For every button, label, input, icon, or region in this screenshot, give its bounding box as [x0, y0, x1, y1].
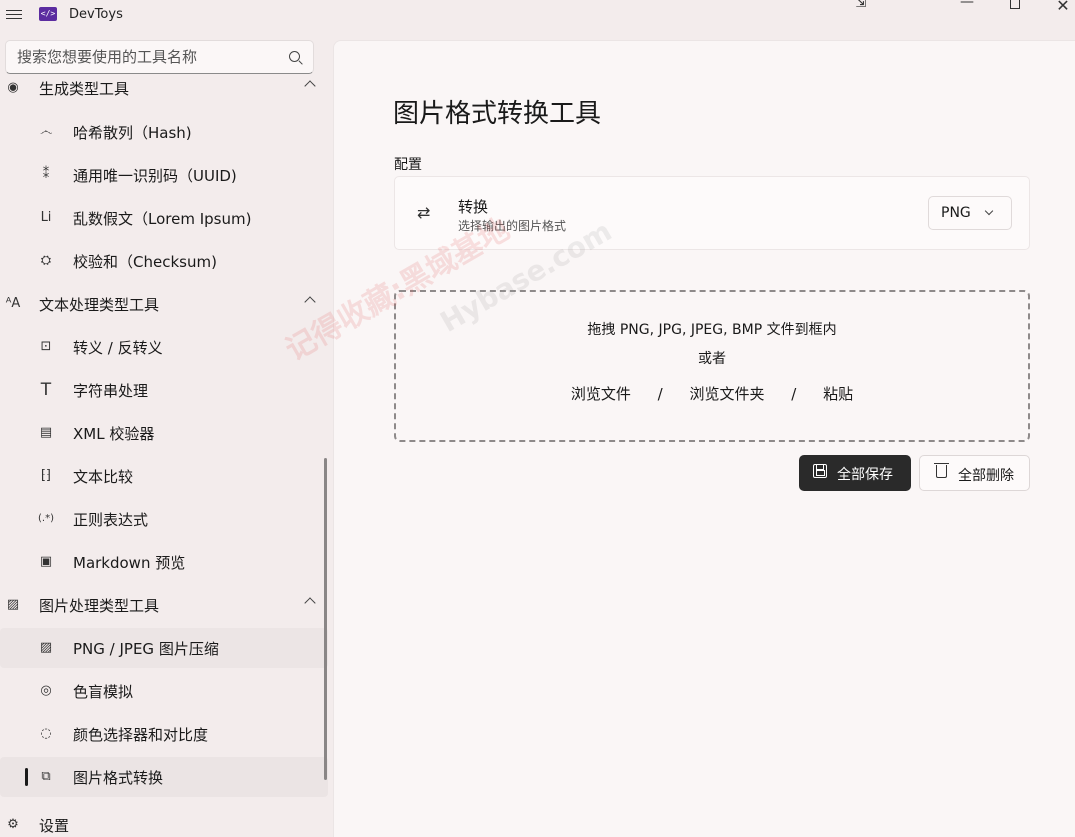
sidebar-item-label: 哈希散列（Hash) [73, 124, 192, 142]
save-all-label: 全部保存 [837, 467, 893, 483]
sidebar-item-image-convert[interactable]: ⧉ 图片格式转换 [0, 757, 328, 797]
save-icon [813, 464, 827, 482]
format-select-value: PNG [941, 205, 971, 221]
delete-all-button[interactable]: 全部删除 [919, 455, 1030, 491]
sidebar-group-image[interactable]: ▨ 图片处理类型工具 [0, 585, 328, 625]
swap-arrows-icon: ⇄ [417, 203, 431, 222]
delete-all-label: 全部删除 [958, 468, 1014, 484]
search-box [5, 40, 314, 74]
sidebar-item-checksum[interactable]: ⛭ 校验和（Checksum) [0, 241, 328, 281]
sidebar-item-label: 图片格式转换 [73, 769, 164, 787]
sidebar-item-lorem-ipsum[interactable]: Li 乱数假文（Lorem Ipsum) [0, 198, 328, 238]
file-dropzone[interactable]: 拖拽 PNG, JPG, JPEG, BMP 文件到框内 或者 浏览文件 / 浏… [394, 290, 1030, 442]
browse-folder-link[interactable]: 浏览文件夹 [689, 385, 764, 403]
sidebar-item-escape[interactable]: ⊡ 转义 / 反转义 [0, 327, 328, 367]
sidebar-item-xml-validator[interactable]: ▤ XML 校验器 [0, 413, 328, 453]
dropzone-instructions: 拖拽 PNG, JPG, JPEG, BMP 文件到框内 [587, 322, 837, 338]
title-bar: </> DevToys ⇲ — ✕ [0, 0, 1075, 32]
dropzone-or: 或者 [698, 351, 726, 367]
text-t-icon: T [40, 380, 52, 400]
xml-validator-icon: ▤ [39, 425, 53, 440]
sidebar-item-label: 文本比较 [73, 468, 134, 486]
chevron-up-icon[interactable] [304, 80, 316, 92]
sidebar-item-label: 文本处理类型工具 [39, 296, 160, 314]
devtoys-window: </> DevToys ⇲ — ✕ ◉ 生成类型工具 ෴ 哈希散列（Hash) … [0, 0, 1075, 837]
main-content: 图片格式转换工具 配置 ⇄ 转换 选择输出的图片格式 PNG 拖拽 PNG, J… [333, 40, 1075, 837]
sidebar-item-label: 设置 [39, 817, 70, 835]
sidebar-scrollbar[interactable] [324, 458, 327, 780]
sidebar-item-regex[interactable]: (.*) 正则表达式 [0, 499, 328, 539]
text-icon: ᴬA [5, 296, 21, 311]
format-select[interactable]: PNG [928, 196, 1012, 230]
menu-icon[interactable] [6, 7, 22, 21]
sidebar-item-label: 生成类型工具 [39, 80, 130, 98]
compact-overlay-icon[interactable]: ⇲ [846, 0, 876, 11]
sidebar-item-label: 通用唯一识别码（UUID) [73, 167, 237, 185]
sidebar-item-color-blind[interactable]: ◎ 色盲模拟 [0, 671, 328, 711]
gear-icon: ⚙ [7, 817, 19, 832]
convert-title: 转换 [458, 198, 489, 216]
lorem-icon: Li [40, 210, 52, 225]
eye-icon: ◎ [40, 683, 52, 698]
fingerprint-icon: ◉ [7, 80, 19, 95]
markdown-icon: ▣ [39, 554, 53, 569]
sidebar-item-markdown[interactable]: ▣ Markdown 预览 [0, 542, 328, 582]
fingerprint-icon: ෴ [39, 124, 53, 139]
chevron-up-icon[interactable] [304, 296, 316, 308]
color-picker-icon: ◌ [40, 726, 52, 741]
maximize-icon[interactable] [1000, 0, 1030, 11]
selection-indicator [25, 768, 28, 786]
sidebar: ◉ 生成类型工具 ෴ 哈希散列（Hash) ⁑ 通用唯一识别码（UUID) Li… [0, 78, 330, 837]
uuid-icon: ⁑ [42, 167, 50, 182]
convert-setting-card: ⇄ 转换 选择输出的图片格式 PNG [394, 176, 1030, 250]
image-convert-icon: ⧉ [41, 769, 51, 784]
sidebar-item-label: 转义 / 反转义 [73, 339, 163, 357]
sidebar-item-hash[interactable]: ෴ 哈希散列（Hash) [0, 112, 328, 152]
sidebar-item-string[interactable]: T 字符串处理 [0, 370, 328, 410]
separator: / [791, 385, 797, 403]
image-compress-icon: ▨ [39, 640, 53, 655]
sidebar-item-label: 校验和（Checksum) [73, 253, 217, 271]
save-all-button[interactable]: 全部保存 [799, 455, 911, 491]
chevron-up-icon[interactable] [304, 597, 316, 609]
sidebar-item-label: 图片处理类型工具 [39, 597, 160, 615]
sidebar-item-settings[interactable]: ⚙ 设置 [0, 805, 328, 837]
sidebar-item-label: 字符串处理 [73, 382, 149, 400]
app-title: DevToys [69, 7, 123, 22]
regex-icon: (.*) [38, 513, 54, 524]
sidebar-item-color-picker[interactable]: ◌ 颜色选择器和对比度 [0, 714, 328, 754]
sidebar-item-label: 正则表达式 [73, 511, 149, 529]
search-input[interactable] [17, 47, 277, 67]
sidebar-item-uuid[interactable]: ⁑ 通用唯一识别码（UUID) [0, 155, 328, 195]
sidebar-item-label: 乱数假文（Lorem Ipsum) [73, 210, 252, 228]
sidebar-group-generators[interactable]: ◉ 生成类型工具 [0, 78, 328, 108]
sidebar-item-label: 色盲模拟 [73, 683, 134, 701]
checksum-icon: ⛭ [40, 253, 52, 268]
dropzone-actions: 浏览文件 / 浏览文件夹 / 粘贴 [396, 383, 1028, 404]
close-icon[interactable]: ✕ [1048, 0, 1075, 15]
sidebar-item-text-diff[interactable]: ⁅⁆ 文本比较 [0, 456, 328, 496]
paste-link[interactable]: 粘贴 [823, 385, 853, 403]
image-icon: ▨ [6, 597, 20, 612]
page-title: 图片格式转换工具 [393, 99, 602, 129]
chevron-down-icon [984, 206, 994, 216]
text-diff-icon: ⁅⁆ [40, 468, 52, 483]
sidebar-item-label: 颜色选择器和对比度 [73, 726, 209, 744]
convert-subtitle: 选择输出的图片格式 [458, 219, 567, 233]
config-section-label: 配置 [394, 157, 422, 173]
minimize-icon[interactable]: — [952, 0, 982, 10]
sidebar-item-label: XML 校验器 [73, 425, 155, 443]
trash-icon [934, 463, 949, 482]
search-icon[interactable] [289, 51, 300, 62]
devtoys-logo-icon: </> [39, 7, 57, 21]
browse-files-link[interactable]: 浏览文件 [571, 385, 631, 403]
separator: / [657, 385, 663, 403]
sidebar-item-image-compress[interactable]: ▨ PNG / JPEG 图片压缩 [0, 628, 328, 668]
sidebar-group-text[interactable]: ᴬA 文本处理类型工具 [0, 284, 328, 324]
escape-icon: ⊡ [40, 339, 52, 354]
sidebar-item-label: Markdown 预览 [73, 554, 186, 572]
sidebar-item-label: PNG / JPEG 图片压缩 [73, 640, 219, 658]
